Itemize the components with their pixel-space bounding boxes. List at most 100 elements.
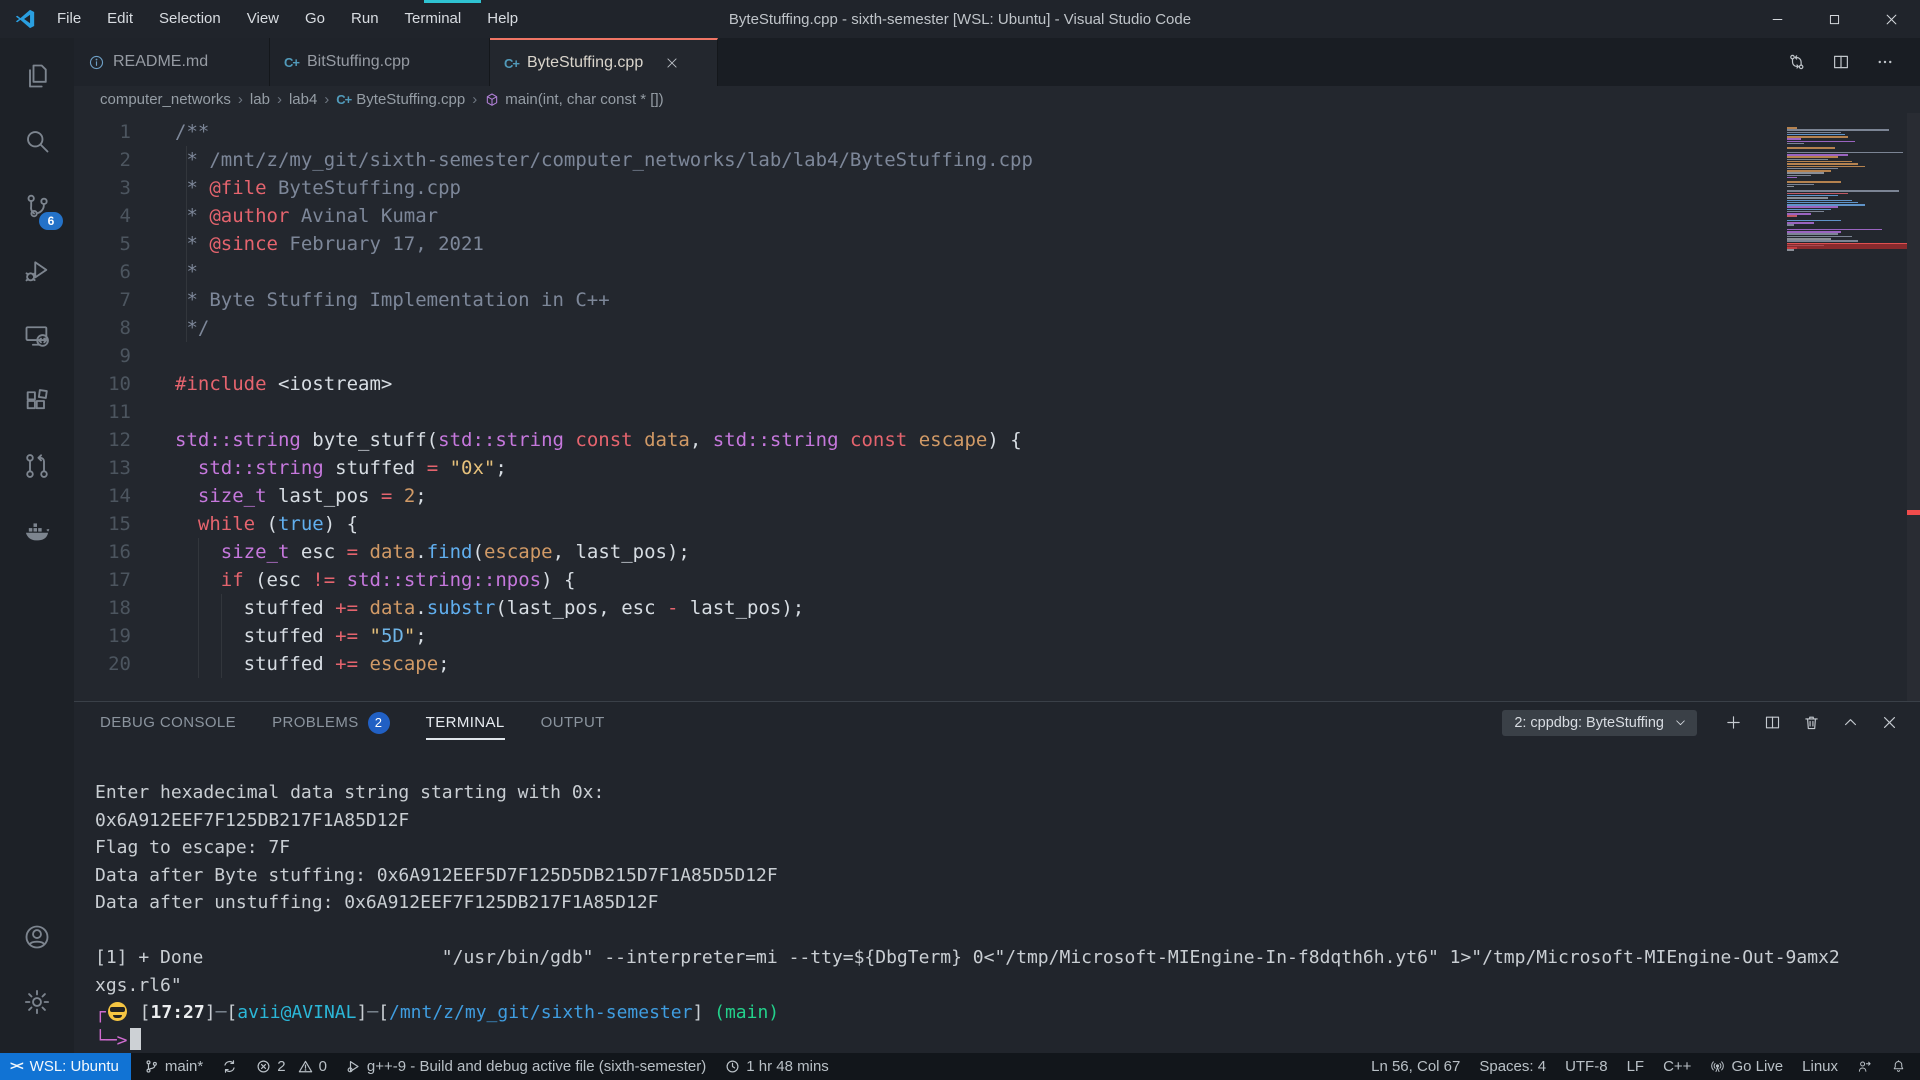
code-line: 11 <box>74 398 1920 426</box>
activity-docker[interactable] <box>13 507 61 555</box>
activity-search[interactable] <box>13 117 61 165</box>
sync-changes[interactable] <box>222 1059 237 1074</box>
language-mode[interactable]: C++ <box>1663 1058 1691 1075</box>
panel-actions: 2: cppdbg: ByteStuffing <box>1502 710 1920 736</box>
activity-accounts[interactable] <box>13 913 61 961</box>
overview-ruler-mark <box>1907 510 1920 515</box>
go-live[interactable]: Go Live <box>1710 1058 1783 1075</box>
code-text: while (true) { <box>175 510 358 538</box>
panel-tab-label: OUTPUT <box>541 714 605 731</box>
indent-guide <box>186 202 187 230</box>
tab-bitstuffing.cpp[interactable]: C+BitStuffing.cpp <box>270 38 490 86</box>
activity-source-control[interactable]: 6 <box>13 182 61 230</box>
docker-icon <box>23 517 51 545</box>
activity-run-and-debug[interactable] <box>13 247 61 295</box>
problems-summary[interactable]: 20 <box>256 1058 327 1075</box>
feedback-icon <box>1857 1059 1872 1074</box>
indentation[interactable]: Spaces: 4 <box>1479 1058 1546 1075</box>
menu-selection[interactable]: Selection <box>146 0 234 38</box>
maximize-button[interactable] <box>1806 0 1863 38</box>
panel-tab-label: TERMINAL <box>426 714 505 731</box>
split-editor-button[interactable] <box>1832 53 1850 71</box>
indent-guide <box>198 566 199 594</box>
indent-guide <box>221 594 222 622</box>
open-changes-button[interactable] <box>1788 53 1806 71</box>
breadcrumb-item[interactable]: lab <box>250 91 270 108</box>
menu-go[interactable]: Go <box>292 0 338 38</box>
notifications[interactable] <box>1891 1059 1906 1074</box>
code-text: std::string stuffed = "0x"; <box>175 454 507 482</box>
gear-icon <box>23 988 51 1016</box>
minimize-button[interactable] <box>1749 0 1806 38</box>
tab-readme.md[interactable]: README.md <box>74 38 270 86</box>
title-bar: FileEditSelectionViewGoRunTerminalHelp B… <box>0 0 1920 38</box>
panel-tab-problems[interactable]: PROBLEMS2 <box>272 703 390 743</box>
kill-terminal-button[interactable] <box>1803 714 1820 731</box>
line-number: 10 <box>74 370 175 398</box>
new-terminal-button[interactable] <box>1725 714 1742 731</box>
activity-github-pull-requests[interactable] <box>13 442 61 490</box>
activity-settings[interactable] <box>13 978 61 1026</box>
symbol-cube-icon <box>484 92 500 108</box>
activity-extensions[interactable] <box>13 377 61 425</box>
activity-explorer[interactable] <box>13 52 61 100</box>
time-tracker[interactable]: 1 hr 48 mins <box>725 1058 829 1075</box>
minimap[interactable] <box>1787 127 1907 253</box>
breadcrumb-item-symbol[interactable]: main(int, char const * []) <box>484 91 663 108</box>
split-terminal-button[interactable] <box>1764 714 1781 731</box>
close-window-button[interactable] <box>1863 0 1920 38</box>
os-linux[interactable]: Linux <box>1802 1058 1838 1075</box>
panel-tab-terminal[interactable]: TERMINAL <box>426 705 505 740</box>
panel-tab-label: DEBUG CONSOLE <box>100 714 236 731</box>
close-tab-icon[interactable] <box>665 56 679 70</box>
breadcrumb-item-file[interactable]: C+ByteStuffing.cpp <box>336 91 465 108</box>
code-line: 17 if (esc != std::string::npos) { <box>74 566 1920 594</box>
terminal-line: Enter hexadecimal data string starting w… <box>95 779 1920 807</box>
menu-file[interactable]: File <box>44 0 94 38</box>
editor-scrollbar[interactable] <box>1907 113 1920 701</box>
line-number: 17 <box>74 566 175 594</box>
code-line: 12std::string byte_stuff(std::string con… <box>74 426 1920 454</box>
menu-run[interactable]: Run <box>338 0 392 38</box>
more-actions-button[interactable] <box>1876 53 1894 71</box>
remote-indicator[interactable]: >< WSL: Ubuntu <box>0 1053 131 1080</box>
breadcrumb-item[interactable]: computer_networks <box>100 91 231 108</box>
line-number: 11 <box>74 398 175 426</box>
cursor-position[interactable]: Ln 56, Col 67 <box>1371 1058 1460 1075</box>
code-editor[interactable]: 1/**2 * /mnt/z/my_git/sixth-semester/com… <box>74 113 1920 701</box>
terminal-selector-label: 2: cppdbg: ByteStuffing <box>1514 715 1664 731</box>
panel-tab-output[interactable]: OUTPUT <box>541 705 605 740</box>
build-task[interactable]: g++-9 - Build and debug active file (six… <box>346 1058 706 1075</box>
vscode-logo-icon <box>14 8 36 30</box>
menu-edit[interactable]: Edit <box>94 0 146 38</box>
breadcrumb-symbol-label: main(int, char const * []) <box>505 91 663 108</box>
line-number: 6 <box>74 258 175 286</box>
menu-help[interactable]: Help <box>474 0 531 38</box>
maximize-panel-button[interactable] <box>1842 714 1859 731</box>
activity-remote-explorer[interactable] <box>13 312 61 360</box>
sunglasses-emoji <box>108 1002 127 1021</box>
terminal-output[interactable]: Enter hexadecimal data string starting w… <box>74 743 1920 1053</box>
panel-tab-debug-console[interactable]: DEBUG CONSOLE <box>100 705 236 740</box>
extensions-icon <box>23 387 51 415</box>
terminal-line: └─> <box>95 1027 1920 1055</box>
close-panel-button[interactable] <box>1881 714 1898 731</box>
line-number: 7 <box>74 286 175 314</box>
tab-bytestuffing.cpp[interactable]: C+ByteStuffing.cpp <box>490 38 718 86</box>
info-icon <box>88 54 105 71</box>
line-number: 13 <box>74 454 175 482</box>
eol[interactable]: LF <box>1627 1058 1645 1075</box>
code-text: * /mnt/z/my_git/sixth-semester/computer_… <box>175 146 1033 174</box>
encoding[interactable]: UTF-8 <box>1565 1058 1608 1075</box>
status-bar-left: main* 20 g++-9 - Build and debug active fi… <box>131 1058 829 1075</box>
terminal-selector-dropdown[interactable]: 2: cppdbg: ByteStuffing <box>1502 710 1697 736</box>
feedback[interactable] <box>1857 1059 1872 1074</box>
breadcrumb-item[interactable]: lab4 <box>289 91 317 108</box>
git-branch[interactable]: main* <box>144 1058 203 1075</box>
terminal-line: Flag to escape: 7F <box>95 834 1920 862</box>
language-mode-label: C++ <box>1663 1058 1691 1075</box>
menu-terminal[interactable]: Terminal <box>392 0 475 38</box>
code-text: * Byte Stuffing Implementation in C++ <box>175 286 610 314</box>
menu-view[interactable]: View <box>234 0 292 38</box>
menu-bar: FileEditSelectionViewGoRunTerminalHelp <box>44 0 531 38</box>
